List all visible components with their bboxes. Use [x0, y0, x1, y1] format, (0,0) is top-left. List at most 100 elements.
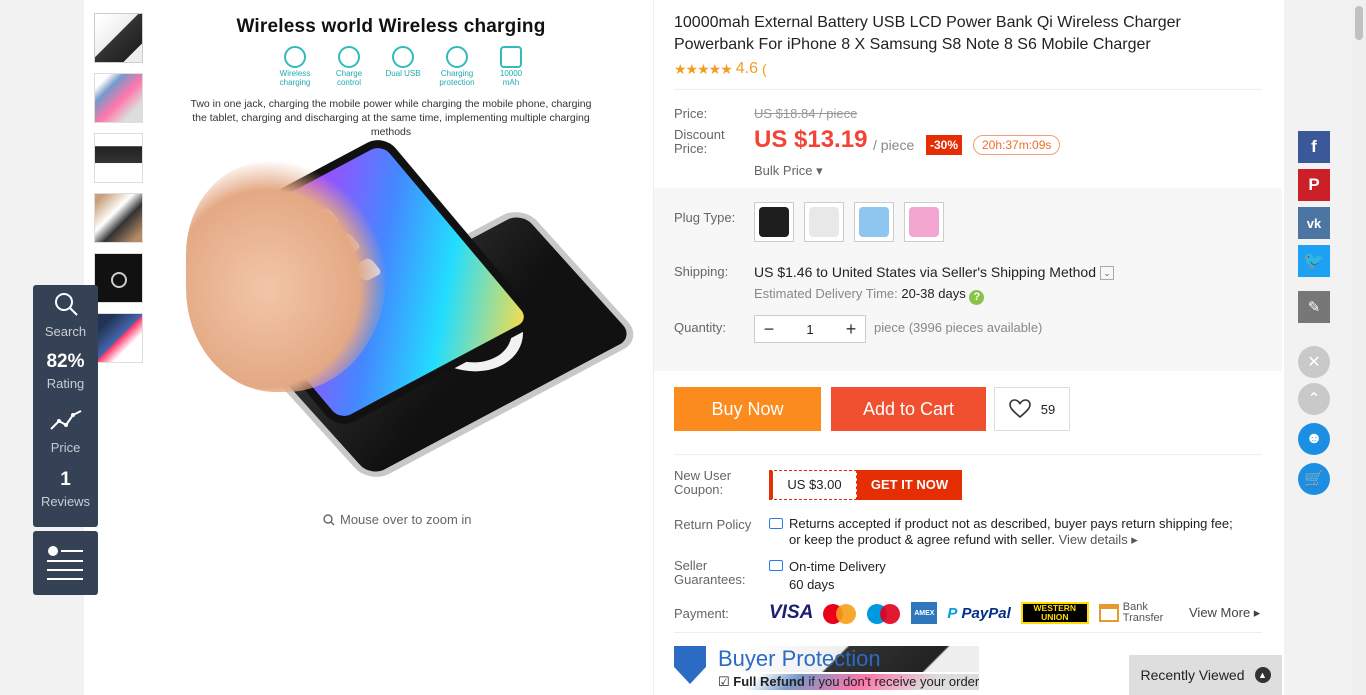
edit-button[interactable]: ✎ [1298, 291, 1330, 323]
buy-now-button[interactable]: Buy Now [674, 387, 821, 431]
thumbnail-list [94, 13, 144, 373]
maestro-logo [867, 602, 901, 624]
feature-label: Charge control [335, 69, 363, 87]
policy-text: Returns accepted if product not as descr… [789, 516, 1233, 547]
thumbnail-2[interactable] [94, 73, 143, 123]
mastercard-logo [823, 602, 857, 624]
side-rating-button[interactable]: 82% Rating [33, 344, 98, 403]
side-search-button[interactable]: Search [33, 285, 98, 344]
pinterest-share-button[interactable]: P [1298, 169, 1330, 201]
seller-guarantees: On-time Delivery 60 days [769, 558, 886, 594]
quantity-label: Quantity: [674, 320, 727, 335]
side-reviews-button[interactable]: 1 Reviews [33, 462, 98, 521]
delivery-label: Estimated Delivery Time: [754, 286, 898, 301]
help-icon[interactable]: ? [969, 290, 985, 305]
image-description: Two in one jack, charging the mobile pow… [190, 98, 592, 138]
bank-transfer-logo: Bank Transfer [1098, 601, 1165, 624]
shipping-label: Shipping: [674, 264, 729, 279]
recently-viewed-toggle[interactable]: Recently Viewed ▲ [1129, 655, 1282, 695]
search-icon [54, 293, 78, 316]
feature-label: Dual USB [385, 69, 421, 78]
view-more-link[interactable]: View More ▸ [1189, 605, 1260, 621]
add-to-cart-button[interactable]: Add to Cart [831, 387, 986, 431]
feature-protection-icon: Charging protection [438, 46, 476, 88]
thumbnail-1[interactable] [94, 13, 143, 63]
thumbnail-6[interactable] [94, 313, 143, 363]
buyer-protection-title: Buyer Protection [718, 646, 980, 672]
vk-share-button[interactable]: vk [1298, 207, 1330, 239]
view-details-link[interactable]: View details ▸ [1059, 532, 1138, 547]
main-product-image[interactable]: Wireless world Wireless charging Wireles… [180, 12, 644, 507]
rating-paren: ( [762, 61, 767, 77]
thumbnail-5[interactable] [94, 253, 143, 303]
side-price-button[interactable]: Price [33, 403, 98, 462]
delivery-value: 20-38 days [901, 286, 966, 301]
swatch-fill [759, 207, 789, 237]
recently-viewed-label: Recently Viewed [1140, 667, 1245, 683]
magnifier-icon [323, 513, 335, 525]
buyer-protection: Buyer Protection ☑ Full Refund if you do… [674, 646, 980, 690]
wishlist-button[interactable]: 59 [994, 387, 1070, 431]
hand-illustration [186, 162, 386, 392]
facebook-share-button[interactable]: f [1298, 131, 1330, 163]
swatch-white[interactable] [804, 202, 844, 242]
feature-control-icon: Charge control [330, 46, 368, 88]
rating-value: 4.6 [735, 60, 759, 77]
refund-description: if you don't receive your order [804, 674, 980, 689]
quantity-stepper: − 1 + [754, 315, 866, 343]
user-icon[interactable]: ☻ [1298, 423, 1330, 455]
side-reviews-label: Reviews [40, 494, 91, 509]
rating-row[interactable]: ★★★★★ 4.6 ( [674, 60, 767, 78]
swatch-fill [859, 207, 889, 237]
get-coupon-button[interactable]: GET IT NOW [857, 470, 962, 500]
price-unit: / piece [873, 137, 915, 153]
visa-logo: VISA [769, 602, 814, 623]
shipping-method[interactable]: US $1.46 to United States via Seller's S… [754, 264, 1114, 280]
side-price-label: Price [50, 440, 81, 455]
thumbnail-3[interactable] [94, 133, 143, 183]
floating-side-panel: Search 82% Rating Price 1 Reviews [33, 285, 98, 527]
swatch-pink[interactable] [904, 202, 944, 242]
star-rating-icon: ★★★★★ [674, 60, 733, 77]
scrollbar[interactable] [1352, 0, 1366, 695]
discount-price: US $13.19 [754, 126, 868, 153]
bulk-price-toggle[interactable]: Bulk Price ▾ [754, 163, 823, 179]
quantity-decrease-button[interactable]: − [755, 316, 783, 342]
bank-transfer-text: Bank Transfer [1122, 601, 1164, 624]
thumbnail-4[interactable] [94, 193, 143, 243]
swatch-blue[interactable] [854, 202, 894, 242]
countdown-timer: 20h:37m:09s [973, 135, 1061, 155]
cart-icon[interactable]: 🛒 [1298, 463, 1330, 495]
divider [674, 632, 1262, 633]
scrollbar-thumb[interactable] [1355, 6, 1363, 40]
feature-label: Charging protection [439, 69, 475, 87]
side-rating-value: 82% [46, 351, 85, 372]
settings-list-icon [47, 546, 83, 580]
side-settings-button[interactable] [33, 531, 98, 595]
price-label: Price: [674, 106, 708, 121]
paypal-logo: P PayPal [947, 602, 1010, 624]
coupon-amount: US $3.00 [769, 470, 857, 500]
full-refund-text: Full Refund [733, 674, 805, 689]
twitter-share-button[interactable]: 🐦 [1298, 245, 1330, 277]
availability: piece (3996 pieces available) [874, 320, 1043, 335]
close-icon[interactable]: ✕ [1298, 346, 1330, 378]
swatch-fill [809, 207, 839, 237]
plug-type-label: Plug Type: [674, 210, 736, 225]
product-title: 10000mah External Battery USB LCD Power … [674, 14, 1181, 53]
heart-icon [1008, 399, 1031, 419]
guarantee-line: On-time Delivery [789, 559, 886, 574]
feature-capacity-icon: 10000 mAh [492, 46, 530, 88]
chevron-down-icon[interactable]: ⌄ [1099, 266, 1114, 280]
truck-icon [769, 560, 783, 571]
plug-type-swatches [754, 202, 944, 242]
scroll-top-icon[interactable]: ⌃ [1298, 383, 1330, 415]
feature-label: Wireless charging [279, 69, 311, 87]
delivery-time: Estimated Delivery Time: 20-38 days ? [754, 286, 985, 305]
buyer-protection-text: ☑ Full Refund if you don't receive your … [718, 674, 980, 690]
swatch-black[interactable] [754, 202, 794, 242]
paypal-mark: P [947, 604, 958, 622]
side-search-label: Search [44, 324, 87, 339]
quantity-increase-button[interactable]: + [837, 316, 865, 342]
quantity-input[interactable]: 1 [783, 322, 837, 337]
